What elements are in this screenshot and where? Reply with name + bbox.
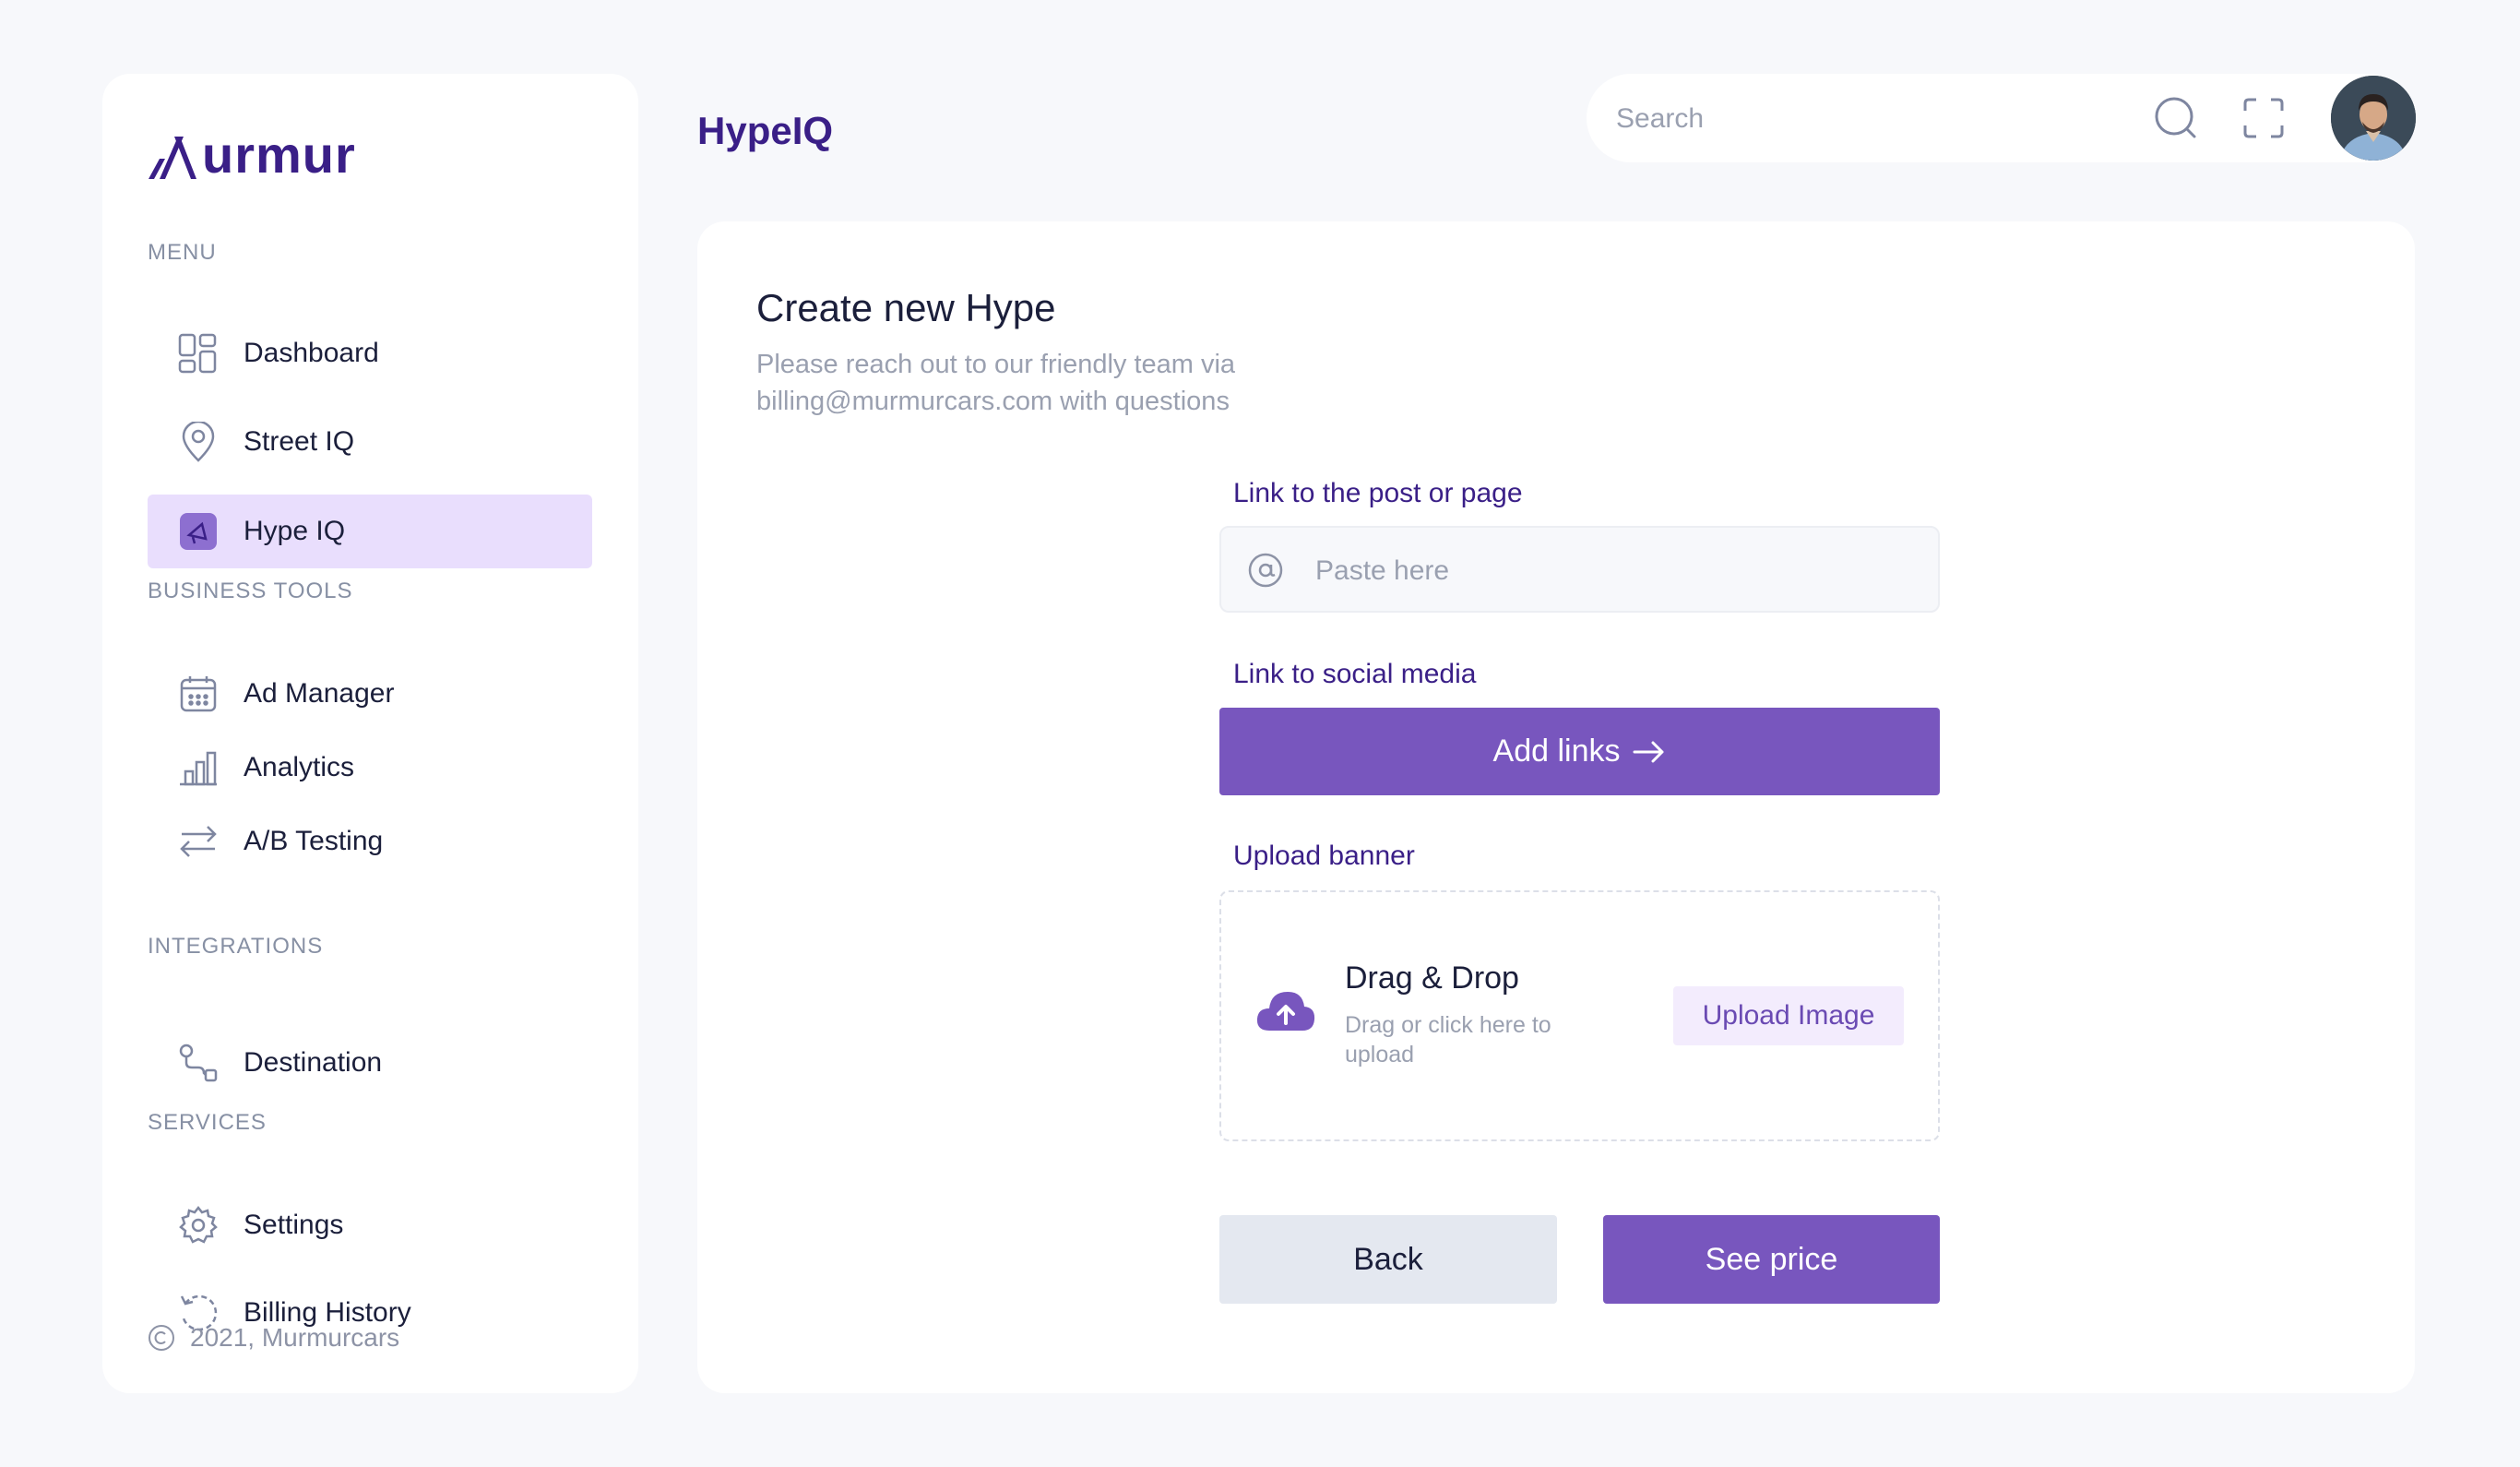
search-input[interactable] [1614,92,2134,146]
back-button[interactable]: Back [1219,1215,1557,1304]
sidebar-item-label: Analytics [244,752,355,782]
bar-chart-icon [175,745,221,791]
sidebar-item-label: A/B Testing [244,826,384,856]
upload-dropzone[interactable]: Drag & Drop Drag or click here to upload… [1219,890,1940,1141]
link-field [1219,526,1940,613]
sidebar-item-ad-manager[interactable]: Ad Manager [148,657,592,731]
link-field-label: Link to the post or page [1233,478,1523,508]
sidebar-item-settings[interactable]: Settings [148,1188,592,1262]
copyright: 2021, Murmurcars [148,1323,399,1353]
sidebar-item-label: Settings [244,1210,344,1240]
route-icon [175,1040,221,1086]
megaphone-icon [175,508,221,555]
sidebar-item-dashboard[interactable]: Dashboard [148,316,592,390]
search-icon[interactable] [2154,96,2198,140]
sidebar-item-label: Street IQ [244,426,355,457]
sidebar-item-hype-iq[interactable]: Hype IQ [148,495,592,568]
see-price-button[interactable]: See price [1603,1215,1940,1304]
arrow-right-icon [1633,741,1664,762]
user-avatar-image [2331,76,2416,161]
upload-image-button[interactable]: Upload Image [1673,986,1904,1045]
link-input[interactable] [1313,544,1908,598]
logo-text: urmur [202,125,356,184]
sidebar-item-destination[interactable]: Destination [148,1026,592,1100]
search-bar [1587,74,2414,162]
sidebar-item-label: Ad Manager [244,678,395,709]
at-sign-icon [1248,553,1283,588]
location-pin-icon [175,419,221,465]
form-title: Create new Hype [756,286,1056,329]
sidebar-item-label: Hype IQ [244,516,346,546]
sidebar-item-label: Destination [244,1047,383,1078]
copyright-icon [149,1325,174,1351]
calendar-icon [175,671,221,717]
section-label-services: SERVICES [148,1110,267,1135]
add-links-button[interactable]: Add links [1219,708,1940,795]
app-logo[interactable]: urmur [147,129,356,181]
copyright-text: 2021, Murmurcars [190,1323,400,1352]
avatar[interactable] [2331,76,2416,161]
form-subtitle: Please reach out to our friendly team vi… [756,350,1236,416]
page-title: HypeIQ [697,109,834,152]
drag-drop-title: Drag & Drop [1345,960,1519,996]
add-links-label: Add links [1492,734,1621,769]
banner-field-label: Upload banner [1233,841,1415,871]
logo-mark-icon [149,137,196,179]
sidebar: urmur MENU Dashboard Street IQ Hype IQ B… [102,74,638,1393]
grid-icon [175,330,221,376]
gear-icon [175,1202,221,1248]
sidebar-item-label: Dashboard [244,338,379,368]
section-label-menu: MENU [148,240,217,265]
drag-drop-hint: Drag or click here to upload [1345,1012,1551,1067]
swap-arrows-icon [175,818,221,865]
sidebar-item-street-iq[interactable]: Street IQ [148,405,592,479]
sidebar-item-ab-testing[interactable]: A/B Testing [148,805,592,878]
cloud-upload-icon [1256,992,1315,1031]
section-label-integrations: INTEGRATIONS [148,934,324,959]
fullscreen-icon[interactable] [2241,96,2286,140]
social-field-label: Link to social media [1233,659,1477,689]
sidebar-item-analytics[interactable]: Analytics [148,731,592,805]
section-label-business-tools: BUSINESS TOOLS [148,578,353,603]
create-hype-card: Create new Hype Please reach out to our … [697,221,2415,1393]
